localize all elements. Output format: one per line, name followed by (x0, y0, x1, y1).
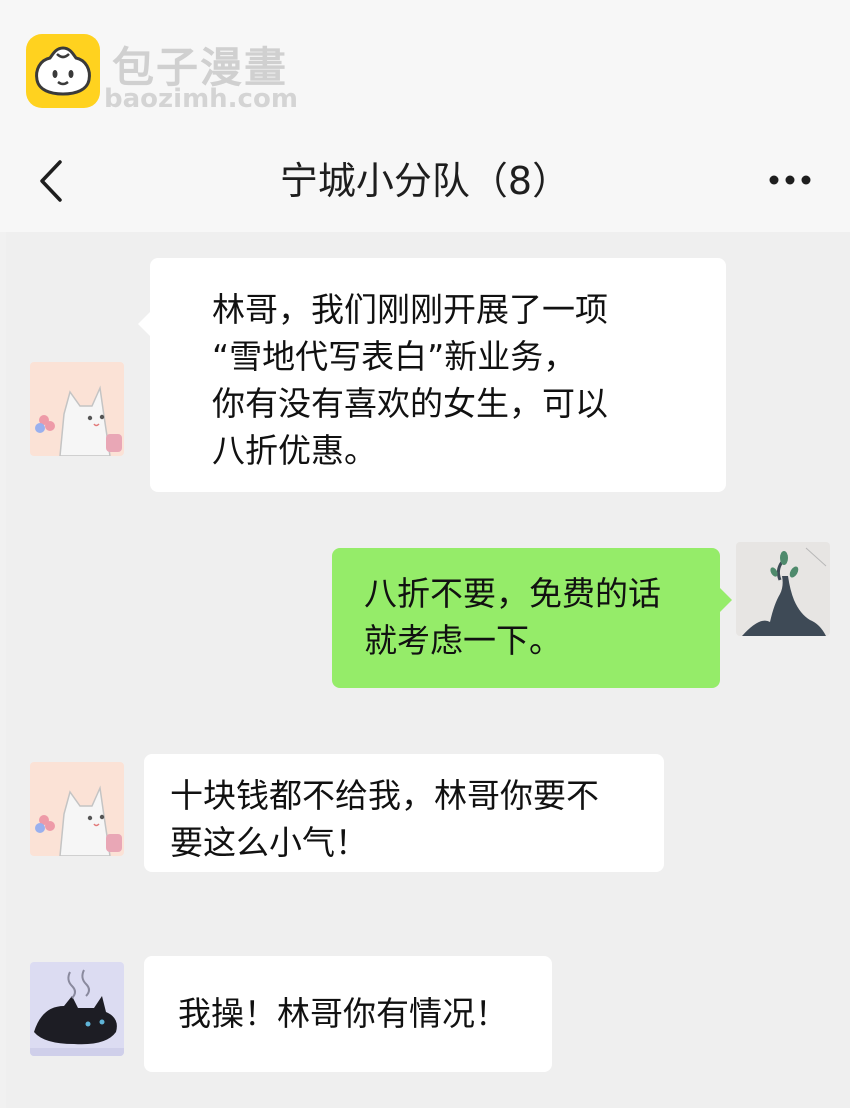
message-text: 要这么小气！ (170, 823, 368, 862)
bubble-tail (138, 312, 150, 336)
message-text: 我操！林哥你有情况！ (178, 994, 508, 1033)
bubble-tail (720, 588, 732, 612)
more-button[interactable] (766, 170, 814, 190)
message-bubble[interactable]: 林哥，我们刚刚开展了一项 “雪地代写表白”新业务， 你有没有喜欢的女生，可以 八… (138, 258, 726, 492)
tree-avatar[interactable] (736, 542, 830, 636)
more-dots-icon (769, 175, 811, 185)
message-text: 八折不要，免费的话 (364, 574, 661, 613)
message-bubble[interactable]: 八折不要，免费的话 就考虑一下。 (332, 548, 732, 688)
black-cat-avatar[interactable] (30, 962, 124, 1056)
message-bubble[interactable]: 我操！林哥你有情况！ (144, 956, 552, 1072)
message-text: 十块钱都不给我，林哥你要不 (170, 776, 599, 815)
message-text: 林哥，我们刚刚开展了一项 (212, 290, 608, 329)
white-cat-avatar[interactable] (30, 762, 124, 856)
chat-area[interactable]: 林哥，我们刚刚开展了一项 “雪地代写表白”新业务， 你有没有喜欢的女生，可以 八… (6, 232, 850, 1108)
message-text: 你有没有喜欢的女生，可以 (212, 384, 608, 423)
baozi-logo-icon (26, 34, 100, 108)
message-text: 就考虑一下。 (364, 621, 562, 660)
chat-title: 宁城小分队（8） (279, 159, 571, 203)
message-text: “雪地代写表白”新业务， (212, 337, 577, 376)
white-cat-avatar[interactable] (30, 362, 124, 456)
top-bar: 包子漫畫 baozimh.com 宁城小分队（8） (0, 0, 850, 232)
watermark-url: baozimh.com (104, 84, 298, 114)
message-bubble[interactable]: 十块钱都不给我，林哥你要不 要这么小气！ (144, 754, 664, 872)
message-text: 八折优惠。 (212, 431, 377, 470)
